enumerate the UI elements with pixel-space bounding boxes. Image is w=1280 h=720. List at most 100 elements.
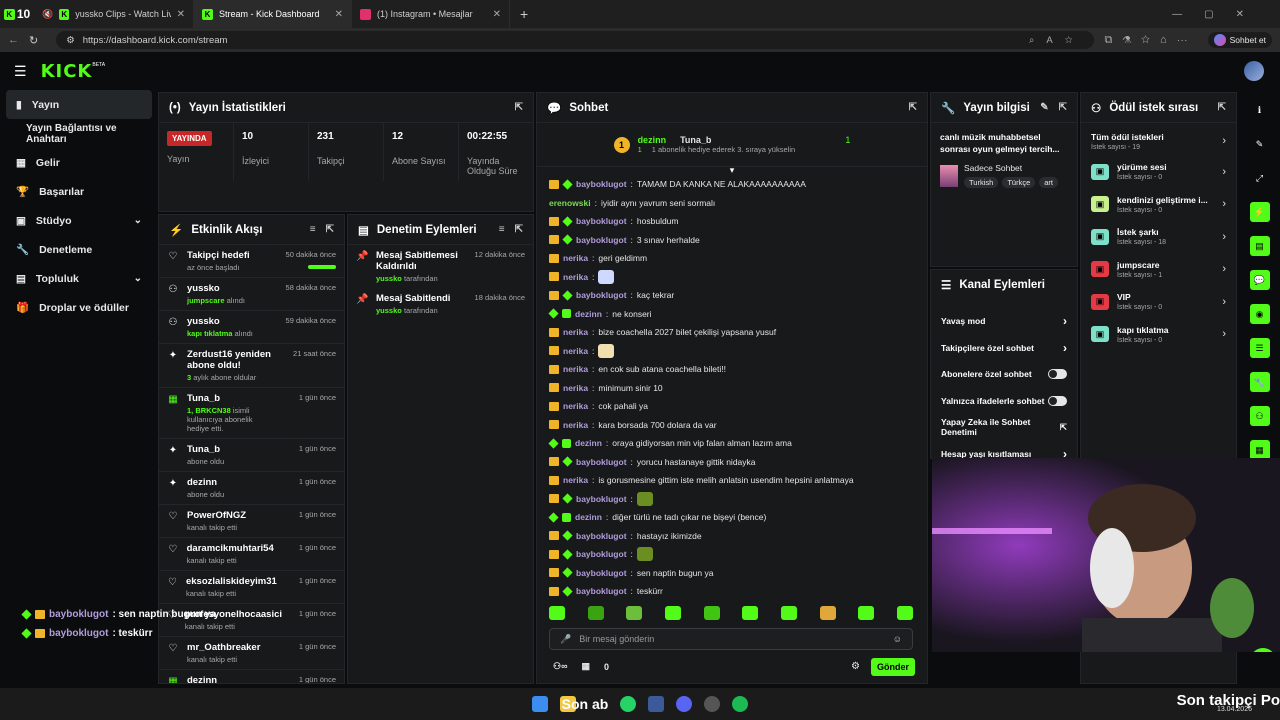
obs-icon[interactable] bbox=[704, 696, 721, 712]
chat-username[interactable]: bayboklugot bbox=[576, 179, 627, 189]
popout-icon[interactable]: ⇱ bbox=[515, 224, 523, 235]
channel-action-item[interactable]: Abonelere özel sohbet bbox=[931, 361, 1077, 388]
sidebar-item-stream-key[interactable]: Yayın Bağlantısı ve Anahtarı bbox=[0, 119, 158, 148]
emote-icon[interactable] bbox=[742, 606, 759, 620]
sidebar-item-denetleme[interactable]: 🔧 Denetleme bbox=[0, 235, 158, 264]
close-tab-icon[interactable]: ✕ bbox=[177, 9, 185, 20]
chat-username[interactable]: nerika bbox=[563, 346, 588, 356]
chat-username[interactable]: bayboklugot bbox=[576, 531, 627, 541]
settings-icon[interactable]: ⚙ bbox=[851, 661, 860, 672]
emote-icon[interactable] bbox=[780, 606, 797, 620]
broadcast-icon[interactable]: ◉ bbox=[1249, 304, 1270, 324]
extensions-icons[interactable]: ⧉⚗☆⌂⋯ bbox=[1104, 34, 1197, 47]
emote-icon[interactable] bbox=[549, 606, 565, 620]
reward-item[interactable]: ▣ İstek şarkı İstek sayısı - 18 › bbox=[1081, 221, 1236, 254]
reward-item[interactable]: ▣ kapı tıklatma İstek sayısı - 0 › bbox=[1081, 318, 1236, 351]
chat-username[interactable]: bayboklugot bbox=[576, 494, 627, 504]
sidebar-item-yayin[interactable]: ▮ Yayın bbox=[6, 90, 152, 119]
expand-icon[interactable]: ⤢ bbox=[1250, 168, 1270, 188]
tag-chip[interactable]: Turkish bbox=[964, 177, 999, 188]
menu-icon[interactable]: ☰ bbox=[14, 63, 27, 80]
tab-yussko-clips[interactable]: 🔇 K yussko Clips - Watch Live on Kick ✕ bbox=[34, 0, 194, 28]
chat-username[interactable]: nerika bbox=[563, 420, 588, 430]
chat-username[interactable]: nerika bbox=[563, 364, 588, 374]
chat-username[interactable]: bayboklugot bbox=[576, 235, 627, 245]
wrench-icon[interactable]: 🔧 bbox=[1249, 372, 1270, 392]
tag-chip[interactable]: Türkçe bbox=[1002, 177, 1036, 188]
users-icon[interactable]: ⚇∞ bbox=[553, 661, 567, 672]
reward-item[interactable]: ▣ VIP İstek sayısı - 0 › bbox=[1081, 286, 1236, 319]
filter-icon[interactable]: ≡ bbox=[310, 224, 316, 235]
sidebar-item-gelir[interactable]: ▦ Gelir bbox=[0, 148, 158, 177]
emote-icon[interactable] bbox=[703, 606, 720, 620]
url-actions-icons[interactable]: ⌕A☆ bbox=[1029, 35, 1084, 46]
close-tab-icon[interactable]: ✕ bbox=[493, 9, 501, 20]
chat-username[interactable]: bayboklugot bbox=[576, 549, 627, 559]
points-icon[interactable]: ▦ bbox=[581, 661, 590, 672]
channel-action-item[interactable]: Hesap yaşı kısıtlaması › bbox=[931, 441, 1077, 458]
popout-icon[interactable]: ⇱ bbox=[1059, 102, 1067, 113]
chat-username[interactable]: bayboklugot bbox=[576, 568, 627, 578]
emote-icon[interactable] bbox=[664, 606, 681, 620]
emote-icon[interactable] bbox=[626, 606, 643, 620]
mic-icon[interactable]: 🎤 bbox=[560, 634, 571, 645]
popout-icon[interactable]: ⇱ bbox=[909, 102, 917, 113]
chat-username[interactable]: nerika bbox=[563, 272, 588, 282]
toggle-switch[interactable] bbox=[1047, 369, 1067, 380]
list-icon[interactable]: ☰ bbox=[1249, 338, 1270, 358]
rewards-icon[interactable]: ⚇ bbox=[1249, 406, 1270, 426]
reload-icon[interactable]: ↻ bbox=[29, 34, 38, 47]
chat-username[interactable]: bayboklugot bbox=[576, 216, 627, 226]
site-info-icon[interactable]: ⚙ bbox=[66, 35, 75, 46]
chat-username[interactable]: erenowski bbox=[549, 198, 591, 208]
emote-icon[interactable] bbox=[819, 606, 836, 620]
chat-username[interactable]: bayboklugot bbox=[576, 290, 627, 300]
collapse-icon[interactable]: ▾ bbox=[537, 166, 927, 175]
tab-counter[interactable]: K 10 bbox=[0, 7, 34, 21]
new-tab-icon[interactable]: + bbox=[520, 6, 528, 22]
emote-icon[interactable] bbox=[896, 606, 913, 620]
info-icon[interactable]: ℹ bbox=[1250, 100, 1270, 120]
channel-action-item[interactable]: Yavaş mod › bbox=[931, 308, 1077, 335]
sidebar-item-droplar[interactable]: 🎁 Droplar ve ödüller bbox=[0, 293, 158, 322]
popout-icon[interactable]: ⇱ bbox=[326, 224, 334, 235]
all-rewards-item[interactable]: Tüm ödül istekleri İstek sayısı - 19 › bbox=[1081, 123, 1236, 156]
tag-chip[interactable]: art bbox=[1039, 177, 1058, 188]
send-button[interactable]: Gönder bbox=[871, 658, 915, 676]
reward-item[interactable]: ▣ kendinizi geliştirme i... İstek sayısı -… bbox=[1081, 188, 1236, 221]
mute-icon[interactable]: 🔇 bbox=[42, 9, 53, 20]
app-icon[interactable] bbox=[648, 696, 665, 712]
window-controls[interactable]: —▢✕ bbox=[1172, 9, 1266, 20]
back-icon[interactable]: ← bbox=[8, 34, 19, 46]
emoji-icon[interactable]: ☺ bbox=[893, 634, 902, 644]
kick-logo[interactable]: KICK bbox=[41, 61, 93, 82]
chat-username[interactable]: dezinn bbox=[575, 512, 602, 522]
edit-icon[interactable]: ✎ bbox=[1040, 102, 1048, 113]
chat-username[interactable]: nerika bbox=[563, 475, 588, 485]
spotify-icon[interactable] bbox=[732, 696, 749, 712]
sidebar-item-topluluk[interactable]: ▤ Topluluk ⌄ bbox=[0, 264, 158, 293]
close-tab-icon[interactable]: ✕ bbox=[335, 9, 343, 20]
reward-item[interactable]: ▣ yürüme sesi İstek sayısı - 0 › bbox=[1081, 156, 1236, 189]
url-input[interactable]: ⚙ https://dashboard.kick.com/stream ⌕A☆ bbox=[56, 31, 1095, 49]
channel-action-item[interactable]: Takipçilere özel sohbet › bbox=[931, 335, 1077, 362]
chat-username[interactable]: nerika bbox=[563, 401, 588, 411]
chat-icon[interactable]: 💬 bbox=[1249, 270, 1270, 290]
toggle-switch[interactable] bbox=[1047, 395, 1067, 406]
copilot-button[interactable]: Sohbet et bbox=[1207, 32, 1272, 48]
reward-item[interactable]: ▣ jumpscare İstek sayısı - 1 › bbox=[1081, 253, 1236, 286]
emote-icon[interactable] bbox=[587, 606, 604, 620]
chat-username[interactable]: nerika bbox=[563, 253, 588, 263]
tab-instagram[interactable]: (1) Instagram • Mesajlar ✕ bbox=[352, 0, 510, 28]
popout-icon[interactable]: ⇱ bbox=[1218, 102, 1226, 113]
emote-icon[interactable] bbox=[858, 606, 875, 620]
chat-username[interactable]: dezinn bbox=[575, 438, 602, 448]
channel-action-item[interactable]: Yalnızca ifadelerle sohbet bbox=[931, 388, 1077, 415]
chat-username[interactable]: nerika bbox=[563, 383, 588, 393]
discord-icon[interactable] bbox=[676, 696, 693, 712]
avatar[interactable] bbox=[1244, 61, 1264, 81]
sidebar-item-studyo[interactable]: ▣ Stüdyo ⌄ bbox=[0, 206, 158, 235]
document-icon[interactable]: ▤ bbox=[1249, 236, 1270, 256]
channel-action-item[interactable]: Yapay Zeka ile Sohbet Denetimi ⇱ bbox=[931, 414, 1077, 441]
bolt-icon[interactable]: ⚡ bbox=[1249, 202, 1270, 222]
